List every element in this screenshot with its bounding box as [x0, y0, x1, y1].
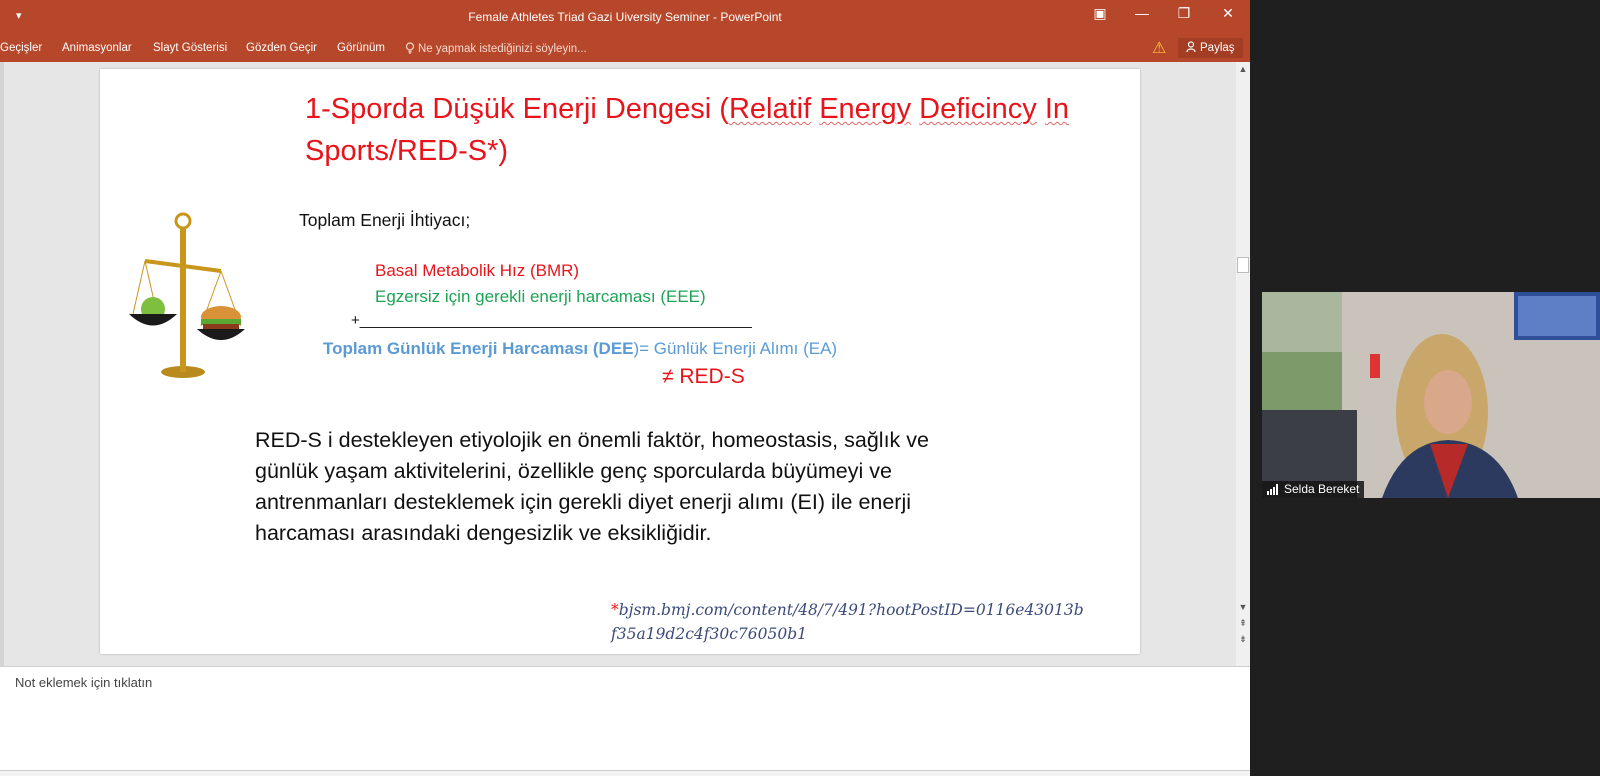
balance-scale-image	[129, 212, 245, 378]
reference-text-2: f35a19d2c4f30c76050b1	[611, 625, 807, 643]
slide-canvas[interactable]: 1-Sporda Düşük Enerji Dengesi (Relatif E…	[100, 69, 1140, 654]
title-part: In	[1044, 93, 1070, 125]
lightbulb-icon	[405, 42, 415, 54]
tab-slideshow[interactable]: Slayt Gösterisi	[153, 42, 227, 54]
powerpoint-window: ▾ Female Athletes Triad Gazi Uiversity S…	[0, 0, 1250, 776]
warning-icon[interactable]: ⚠	[1152, 38, 1166, 58]
bmr-line: Basal Metabolik Hız (BMR)	[375, 261, 580, 280]
title-part: 1-Sporda Düşük Enerji Dengesi (	[305, 93, 729, 125]
total-energy-need: Toplam Enerji İhtiyacı;	[299, 210, 471, 230]
tab-view[interactable]: Görünüm	[337, 42, 385, 54]
participant-name: Selda Bereket	[1284, 482, 1360, 496]
notes-placeholder: Not eklemek için tıklatın	[15, 675, 153, 690]
title-part	[911, 93, 919, 125]
paragraph-line: günlük yaşam aktivitelerini, özellikle g…	[255, 459, 892, 483]
minimize-button[interactable]: —	[1125, 5, 1159, 21]
tell-me-search[interactable]: Ne yapmak istediğinizi söyleyin...	[405, 42, 587, 55]
not-equal-reds: ≠ RED-S	[662, 365, 745, 388]
share-label: Paylaş	[1200, 42, 1235, 54]
title-part	[1037, 93, 1045, 125]
ribbon-display-options-icon[interactable]: ▣	[1083, 5, 1117, 22]
title-part	[811, 93, 819, 125]
person-icon	[1186, 41, 1196, 53]
share-button[interactable]: Paylaş	[1178, 38, 1243, 58]
scroll-down-icon[interactable]: ▼	[1236, 602, 1250, 612]
paragraph-line: harcaması arasındaki dengesizlik ve eksi…	[255, 521, 712, 545]
previous-slide-icon[interactable]: ⇞	[1236, 618, 1250, 629]
slide-title: 1-Sporda Düşük Enerji Dengesi (Relatif E…	[305, 88, 1105, 172]
paragraph-line: RED-S i destekleyen etiyolojik en önemli…	[255, 428, 929, 452]
reference-text-1: bjsm.bmj.com/content/48/7/491?hootPostID…	[618, 601, 1084, 619]
dee-equation: Toplam Günlük Enerji Harcaması (DEE)= Gü…	[323, 339, 837, 359]
notes-pane[interactable]: Not eklemek için tıklatın	[0, 666, 1250, 776]
reference-link[interactable]: *bjsm.bmj.com/content/48/7/491?hootPostI…	[611, 598, 1084, 646]
participant-name-label: Selda Bereket	[1262, 481, 1365, 498]
eee-line: Egzersiz için gerekli enerji harcaması (…	[375, 287, 706, 306]
title-bar: ▾ Female Athletes Triad Gazi Uiversity S…	[0, 0, 1250, 34]
ribbon-tabs: Geçişler Animasyonlar Slayt Gösterisi Gö…	[0, 34, 1250, 62]
title-part: Deficincy	[919, 93, 1037, 125]
tab-transitions[interactable]: Geçişler	[0, 42, 42, 54]
tell-me-text: Ne yapmak istediğinizi söyleyin...	[418, 43, 587, 55]
scroll-thumb[interactable]	[1237, 257, 1249, 273]
plus-underline: +_______________________________________…	[351, 312, 752, 329]
title-part: Sports/RED-S*)	[305, 135, 509, 167]
reference-line-1: *bjsm.bmj.com/content/48/7/491?hootPostI…	[611, 598, 1084, 622]
dee-bold-text: Toplam Günlük Enerji Harcaması (DEE	[323, 339, 634, 358]
dee-rest-text: )= Günlük Enerji Alımı (EA)	[633, 339, 838, 358]
vertical-scrollbar[interactable]: ▲ ▼ ⇞ ⇟	[1236, 62, 1250, 672]
thumbnail-pane-edge[interactable]	[0, 62, 4, 672]
restore-button[interactable]: ❐	[1167, 5, 1201, 22]
signal-strength-icon	[1267, 484, 1281, 496]
title-part: Energy	[819, 93, 912, 125]
scroll-up-icon[interactable]: ▲	[1236, 64, 1250, 74]
status-bar	[0, 770, 1250, 776]
reference-star: *	[611, 601, 619, 619]
next-slide-icon[interactable]: ⇟	[1236, 634, 1250, 645]
title-part: Relatif	[728, 93, 812, 125]
window-title: Female Athletes Triad Gazi Uiversity Sem…	[468, 10, 782, 24]
participant-video	[1262, 292, 1600, 498]
tab-animations[interactable]: Animasyonlar	[62, 42, 132, 54]
definition-paragraph: RED-S i destekleyen etiyolojik en önemli…	[255, 425, 1015, 549]
close-button[interactable]: ✕	[1211, 5, 1245, 22]
paragraph-line: antrenmanları desteklemek için gerekli d…	[255, 490, 912, 514]
tab-review[interactable]: Gözden Geçir	[246, 42, 317, 54]
